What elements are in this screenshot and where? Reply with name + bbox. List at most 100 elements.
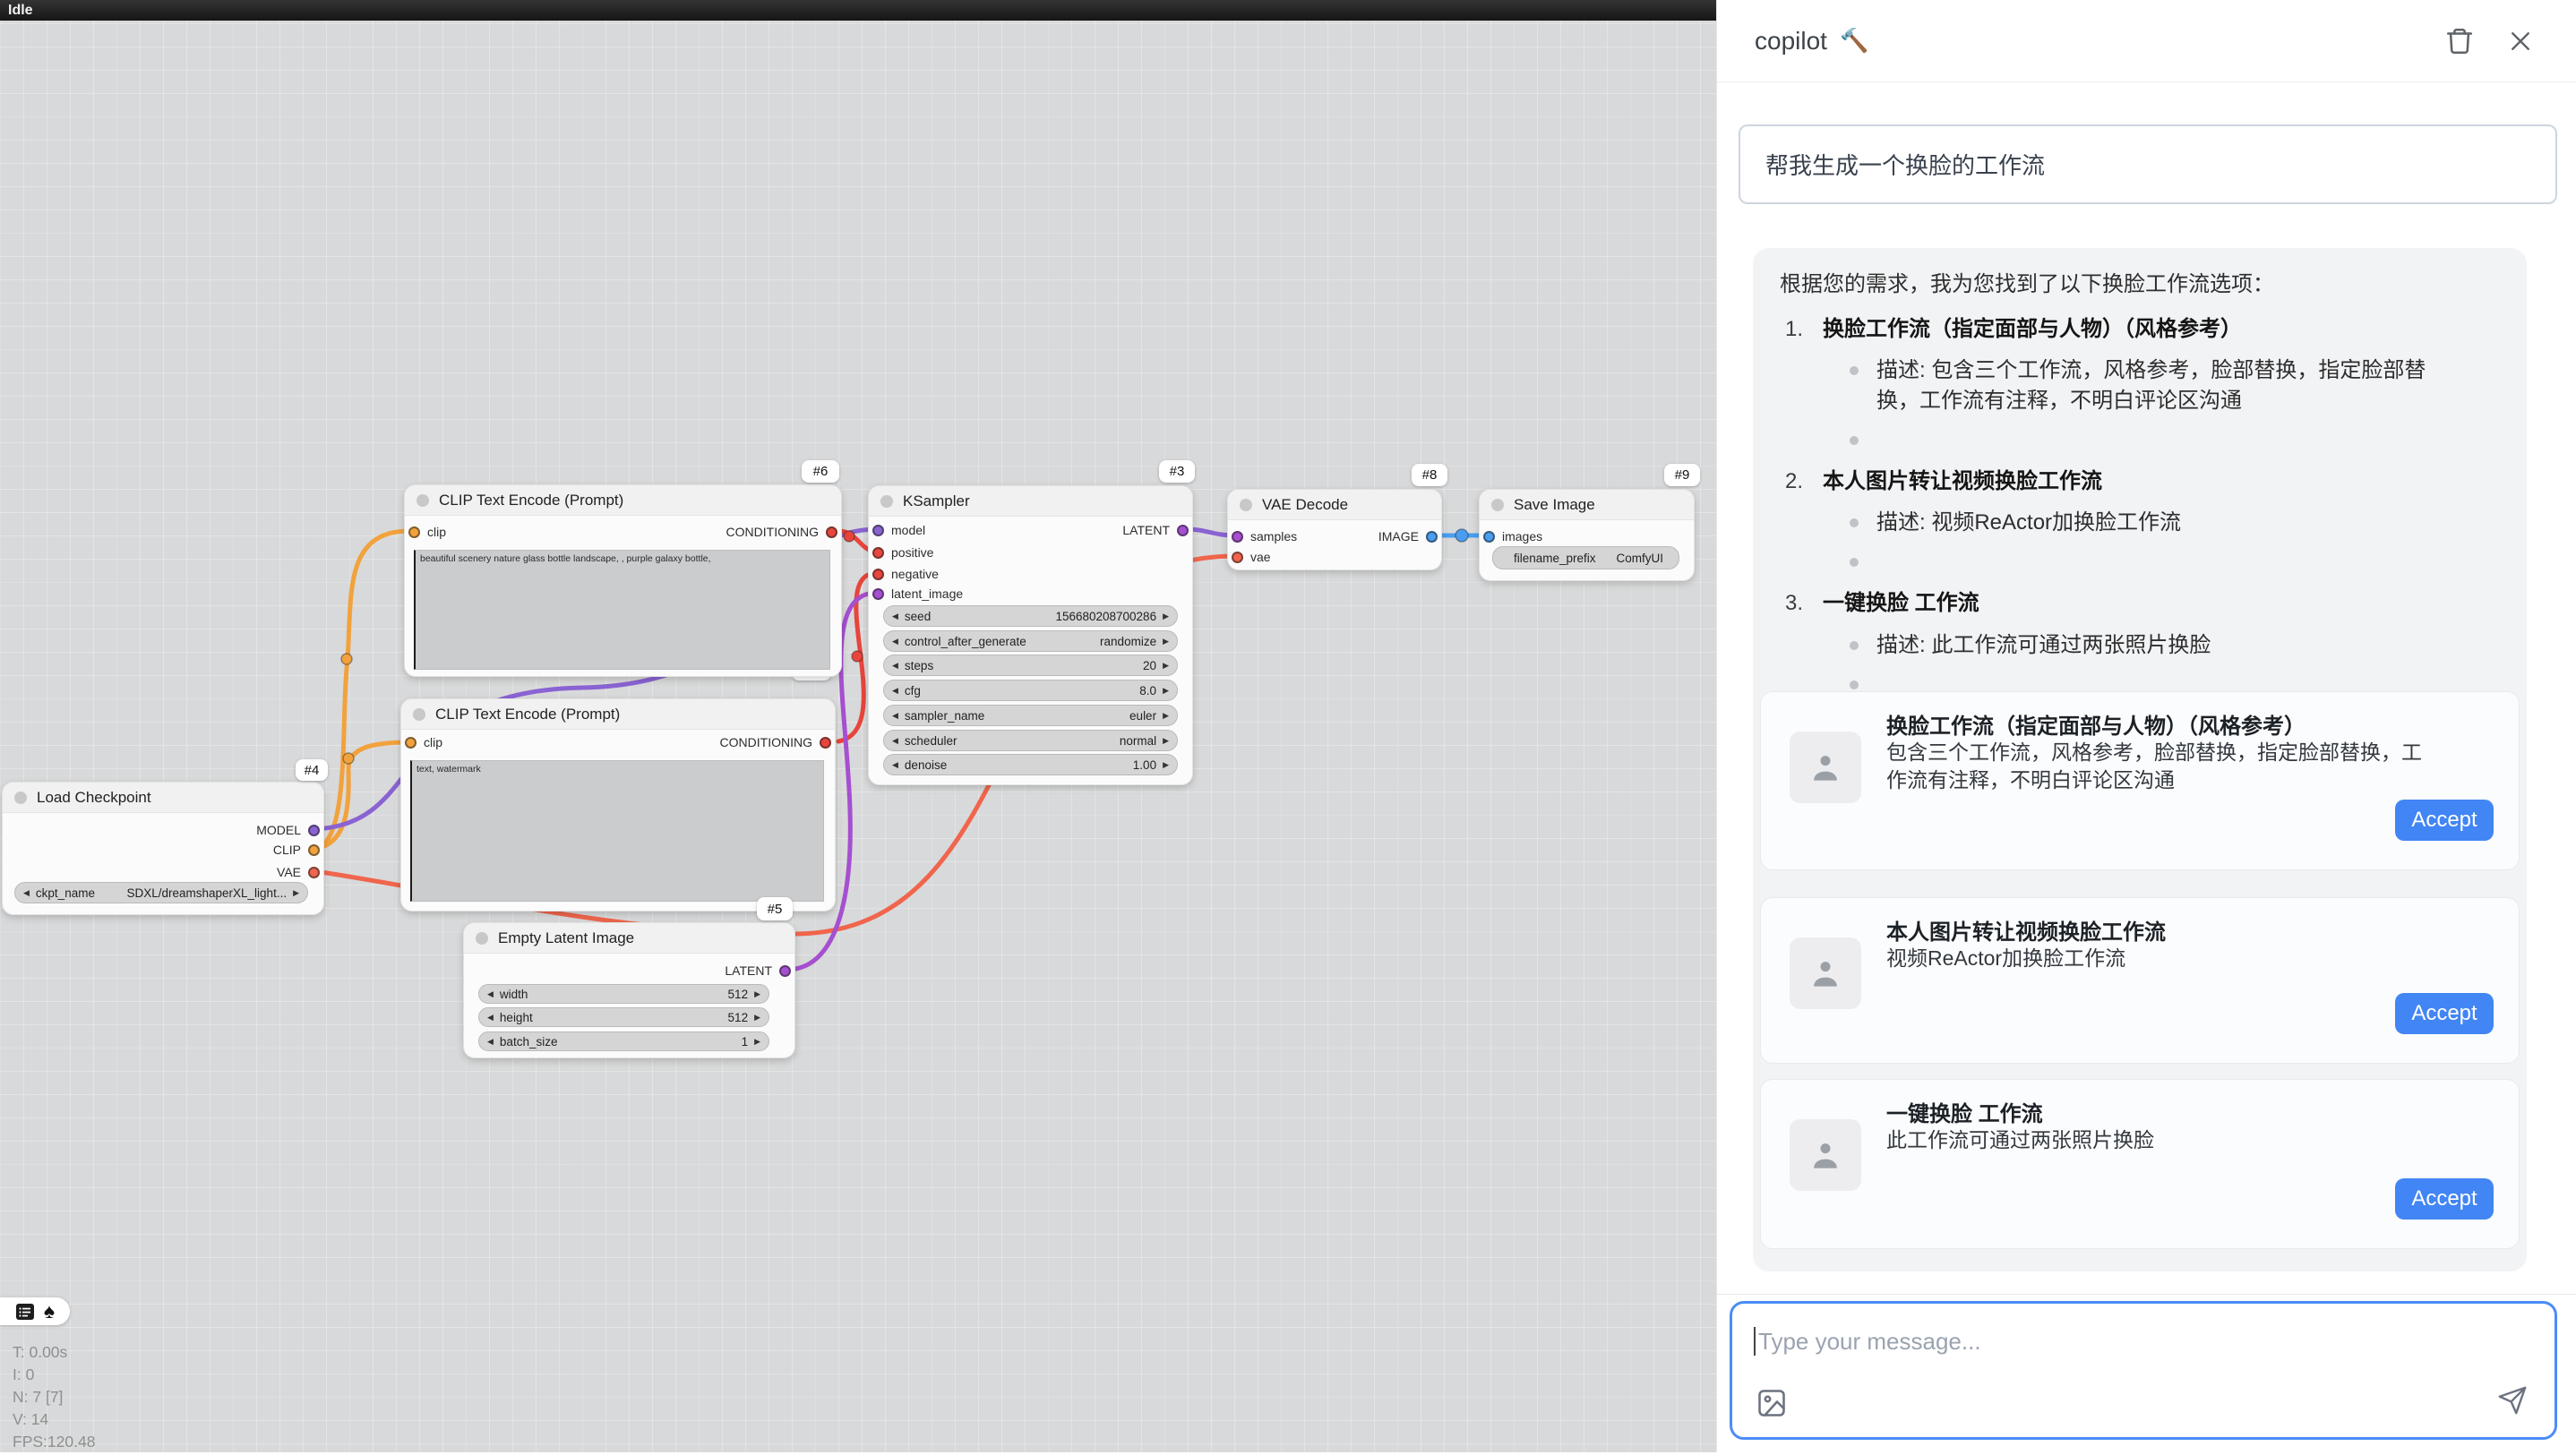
- width-widget[interactable]: ◀ width 512 ▶: [478, 984, 769, 1004]
- node-clip-text-encode-positive[interactable]: CLIP Text Encode (Prompt) clip CONDITION…: [404, 484, 842, 677]
- decrement-arrow-icon[interactable]: ◀: [892, 760, 898, 770]
- collapse-dot-icon[interactable]: [1491, 499, 1504, 511]
- node-header[interactable]: CLIP Text Encode (Prompt): [401, 699, 835, 730]
- increment-arrow-icon[interactable]: ▶: [754, 989, 760, 999]
- decrement-arrow-icon[interactable]: ◀: [892, 612, 898, 621]
- node-header[interactable]: Empty Latent Image: [464, 923, 794, 954]
- clear-chat-button[interactable]: [2442, 23, 2477, 59]
- scheduler-widget[interactable]: ◀ scheduler normal ▶: [883, 730, 1178, 751]
- latent-image-input-port[interactable]: [872, 588, 884, 600]
- clip-output-port[interactable]: [308, 844, 320, 856]
- sampler-name-widget[interactable]: ◀ sampler_name euler ▶: [883, 705, 1178, 726]
- stat-time: T: 0.00s: [13, 1343, 95, 1362]
- increment-arrow-icon[interactable]: ▶: [1163, 711, 1169, 721]
- prompt-textarea[interactable]: beautiful scenery nature glass bottle la…: [414, 550, 830, 670]
- increment-arrow-icon[interactable]: ▶: [1163, 736, 1169, 746]
- link-dot[interactable]: [343, 753, 354, 764]
- increment-arrow-icon[interactable]: ▶: [293, 888, 299, 898]
- increment-arrow-icon[interactable]: ▶: [1163, 661, 1169, 671]
- port-label: CONDITIONING: [726, 525, 819, 539]
- link-dot[interactable]: [1455, 529, 1468, 542]
- increment-arrow-icon[interactable]: ▶: [1163, 686, 1169, 696]
- increment-arrow-icon[interactable]: ▶: [1163, 637, 1169, 646]
- decrement-arrow-icon[interactable]: ◀: [487, 1037, 494, 1047]
- decrement-arrow-icon[interactable]: ◀: [23, 888, 30, 898]
- node-load-checkpoint[interactable]: Load Checkpoint MODEL CLIP VAE ◀ ckpt_na…: [2, 782, 324, 915]
- workflow-title: 换脸工作流（指定面部与人物）（风格参考）: [1886, 708, 2477, 740]
- decrement-arrow-icon[interactable]: ◀: [892, 637, 898, 646]
- node-title: Save Image: [1514, 496, 1595, 514]
- accept-button[interactable]: Accept: [2395, 993, 2494, 1034]
- collapse-dot-icon[interactable]: [476, 932, 488, 945]
- conditioning-output-port[interactable]: [826, 526, 837, 538]
- model-input-port[interactable]: [872, 525, 884, 536]
- node-clip-text-encode-negative[interactable]: CLIP Text Encode (Prompt) clip CONDITION…: [400, 698, 836, 912]
- decrement-arrow-icon[interactable]: ◀: [892, 711, 898, 721]
- workflow-desc: 视频ReActor加换脸工作流: [1886, 945, 2433, 972]
- decrement-arrow-icon[interactable]: ◀: [487, 989, 494, 999]
- collapse-dot-icon[interactable]: [413, 708, 425, 721]
- node-header[interactable]: VAE Decode: [1228, 490, 1441, 520]
- node-ksampler[interactable]: KSampler model positive negative latent_…: [868, 485, 1193, 785]
- denoise-widget[interactable]: ◀ denoise 1.00 ▶: [883, 754, 1178, 775]
- increment-arrow-icon[interactable]: ▶: [754, 1013, 760, 1023]
- collapse-dot-icon[interactable]: [880, 495, 893, 508]
- increment-arrow-icon[interactable]: ▶: [1163, 760, 1169, 770]
- node-badge: #8: [1412, 464, 1447, 486]
- decrement-arrow-icon[interactable]: ◀: [892, 686, 898, 696]
- node-save-image[interactable]: Save Image images filename_prefix ComfyU…: [1479, 489, 1695, 581]
- collapse-dot-icon[interactable]: [1240, 499, 1252, 511]
- spade-tree-icon[interactable]: ♠: [44, 1301, 55, 1322]
- node-header[interactable]: Save Image: [1480, 490, 1694, 520]
- negative-input-port[interactable]: [872, 569, 884, 580]
- clip-input-port[interactable]: [408, 526, 420, 538]
- conditioning-output-port[interactable]: [820, 737, 831, 749]
- decrement-arrow-icon[interactable]: ◀: [892, 736, 898, 746]
- port-label: MODEL: [256, 823, 301, 837]
- link-dot[interactable]: [844, 531, 854, 542]
- status-bar: Idle: [0, 0, 1716, 21]
- port-label: samples: [1250, 529, 1297, 543]
- latent-output-port[interactable]: [779, 965, 791, 977]
- decrement-arrow-icon[interactable]: ◀: [892, 661, 898, 671]
- prompt-textarea[interactable]: text, watermark: [410, 760, 824, 902]
- close-icon: [2507, 28, 2534, 55]
- vae-output-port[interactable]: [308, 867, 320, 878]
- vae-input-port[interactable]: [1232, 552, 1243, 563]
- steps-widget[interactable]: ◀ steps 20 ▶: [883, 655, 1178, 676]
- attach-image-button[interactable]: [1756, 1387, 1788, 1419]
- node-header[interactable]: Load Checkpoint: [3, 783, 323, 813]
- samples-input-port[interactable]: [1232, 531, 1243, 543]
- image-output-port[interactable]: [1426, 531, 1438, 543]
- node-empty-latent-image[interactable]: Empty Latent Image LATENT ◀ width 512 ▶ …: [463, 922, 795, 1058]
- model-output-port[interactable]: [308, 825, 320, 836]
- send-button[interactable]: [2497, 1385, 2528, 1416]
- message-input[interactable]: Type your message...: [1730, 1301, 2557, 1440]
- control-after-generate-widget[interactable]: ◀ control_after_generate randomize ▶: [883, 630, 1178, 652]
- close-panel-button[interactable]: [2503, 23, 2538, 59]
- seed-widget[interactable]: ◀ seed 156680208700286 ▶: [883, 605, 1178, 627]
- node-header[interactable]: CLIP Text Encode (Prompt): [405, 485, 841, 516]
- link-dot[interactable]: [852, 651, 863, 662]
- images-input-port[interactable]: [1483, 531, 1495, 543]
- decrement-arrow-icon[interactable]: ◀: [487, 1013, 494, 1023]
- node-vae-decode[interactable]: VAE Decode samples vae IMAGE: [1227, 489, 1442, 570]
- accept-button[interactable]: Accept: [2395, 800, 2494, 841]
- ckpt-name-widget[interactable]: ◀ ckpt_name SDXL/dreamshaperXL_light... …: [14, 882, 308, 903]
- clip-input-port[interactable]: [405, 737, 416, 749]
- increment-arrow-icon[interactable]: ▶: [1163, 612, 1169, 621]
- latent-output-port[interactable]: [1177, 525, 1189, 536]
- node-header[interactable]: KSampler: [869, 486, 1192, 517]
- link-dot[interactable]: [341, 654, 352, 664]
- height-widget[interactable]: ◀ height 512 ▶: [478, 1007, 769, 1027]
- cfg-widget[interactable]: ◀ cfg 8.0 ▶: [883, 680, 1178, 701]
- collapse-dot-icon[interactable]: [14, 792, 27, 804]
- positive-input-port[interactable]: [872, 547, 884, 559]
- accept-button[interactable]: Accept: [2395, 1178, 2494, 1220]
- node-graph-canvas[interactable]: Idle #7 #4 Load Checkpoint: [0, 0, 1716, 1452]
- filename-prefix-widget[interactable]: filename_prefix ComfyUI: [1492, 546, 1679, 569]
- queue-list-icon[interactable]: [15, 1302, 35, 1322]
- collapse-dot-icon[interactable]: [416, 494, 429, 507]
- batch-size-widget[interactable]: ◀ batch_size 1 ▶: [478, 1031, 769, 1051]
- increment-arrow-icon[interactable]: ▶: [754, 1037, 760, 1047]
